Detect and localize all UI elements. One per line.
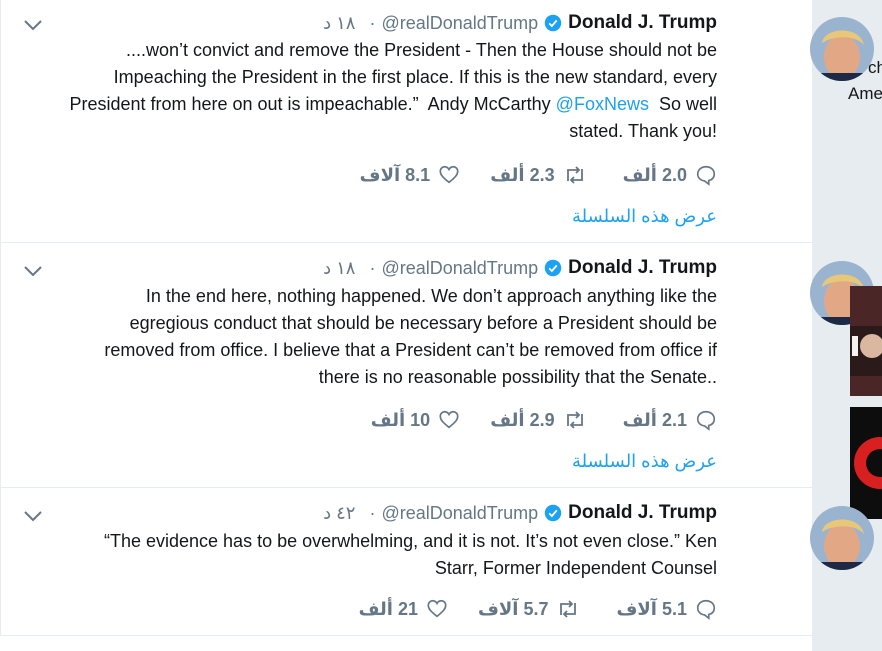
sidebar-text: ch	[868, 58, 882, 77]
tweet[interactable]: ١٨ د · @realDonaldTrump Donald J. Trump …	[0, 243, 813, 488]
tweet-text-line: egregious conduct that should be necessa…	[129, 313, 717, 333]
tweet-text-segment: President from here on out is impeachabl…	[69, 94, 556, 114]
verified-badge-icon	[544, 504, 562, 522]
tweet[interactable]: ٤٢ د · @realDonaldTrump Donald J. Trump …	[0, 488, 813, 636]
like-count: 8.1 آلاف	[359, 164, 431, 185]
retweet-count: 2.3 ألف	[490, 164, 555, 185]
tweet-text: ....won’t convict and remove the Preside…	[69, 37, 717, 145]
like-icon	[439, 165, 459, 184]
avatar[interactable]	[810, 506, 874, 570]
mention-link[interactable]: @FoxNews	[556, 94, 649, 114]
tweet-header: ١٨ د · @realDonaldTrump Donald J. Trump	[323, 257, 717, 279]
chevron-down-icon[interactable]	[23, 509, 43, 523]
reply-button[interactable]: 2.0 ألف	[623, 164, 717, 186]
media-thumbnail[interactable]	[850, 407, 882, 519]
reply-count: 2.1 ألف	[622, 409, 687, 430]
tweet-text-line: there is no reasonable possibility that …	[318, 367, 717, 387]
avatar-image	[810, 506, 874, 570]
tweet-text: “The evidence has to be overwhelming, an…	[104, 528, 717, 582]
tweet-text-line: ....won’t convict and remove the Preside…	[125, 40, 717, 60]
retweet-button[interactable]: 5.7 آلاف	[478, 598, 581, 620]
like-count: 21 ألف	[358, 598, 418, 619]
retweet-count: 2.9 ألف	[490, 409, 555, 430]
tweet-text-line: “The evidence has to be overwhelming, an…	[103, 531, 717, 551]
retweet-icon	[566, 411, 583, 429]
tweet-handle[interactable]: @realDonaldTrump	[381, 503, 538, 524]
chevron-down-icon[interactable]	[23, 18, 43, 32]
like-icon	[427, 599, 447, 618]
avatar-image	[810, 17, 874, 81]
tweet-text-line: stated. Thank you!	[569, 121, 717, 141]
tweet-author-name[interactable]: Donald J. Trump	[568, 502, 717, 524]
tweet-actions: 2.0 ألف 2.3 ألف 8.1 آلاف	[360, 163, 717, 187]
tweet-time[interactable]: ١٨ د	[323, 13, 355, 34]
retweet-button[interactable]: 2.3 ألف	[490, 164, 586, 186]
reply-count: 5.1 آلاف	[616, 598, 687, 619]
tweet-text-line: Impeaching the President in the first pl…	[113, 67, 717, 87]
tweet-text-line: Starr, Former Independent Counsel	[434, 558, 717, 578]
tweet-text: In the end here, nothing happened. We do…	[104, 283, 717, 391]
tweet-author-name[interactable]: Donald J. Trump	[568, 12, 717, 34]
tweet-header: ١٨ د · @realDonaldTrump Donald J. Trump	[323, 12, 717, 34]
tweet-author-name[interactable]: Donald J. Trump	[568, 257, 717, 279]
tweet-text-segment: So well	[648, 94, 717, 114]
verified-badge-icon	[544, 259, 562, 277]
like-count: 10 ألف	[370, 409, 431, 430]
reply-icon	[696, 410, 716, 431]
reply-icon	[696, 165, 716, 186]
retweet-count: 5.7 آلاف	[477, 598, 549, 619]
tweet-time[interactable]: ١٨ د	[323, 258, 355, 279]
chevron-down-icon[interactable]	[23, 264, 43, 278]
show-thread-link[interactable]: عرض هذه السلسلة	[572, 451, 717, 472]
reply-icon	[696, 599, 716, 620]
tweet-header: ٤٢ د · @realDonaldTrump Donald J. Trump	[323, 502, 717, 524]
tweet-text-line: President from here on out is impeachabl…	[69, 91, 717, 118]
avatar[interactable]	[810, 17, 874, 81]
media-image	[850, 407, 882, 519]
separator-dot: ·	[369, 502, 376, 523]
reply-button[interactable]: 2.1 ألف	[623, 409, 717, 431]
retweet-button[interactable]: 2.9 ألف	[490, 409, 586, 431]
retweet-icon	[560, 600, 577, 618]
tweet-handle[interactable]: @realDonaldTrump	[381, 13, 538, 34]
tweet-text-line: removed from office. I believe that a Pr…	[104, 340, 717, 360]
separator-dot: ·	[369, 257, 376, 278]
media-thumbnail[interactable]	[850, 286, 882, 396]
like-button[interactable]: 10 ألف	[371, 409, 460, 431]
sidebar-text: Ame	[848, 84, 882, 103]
tweet-text-line: In the end here, nothing happened. We do…	[145, 286, 717, 306]
tweet-actions: 5.1 آلاف 5.7 آلاف 21 ألف	[359, 597, 717, 621]
tweet[interactable]: ١٨ د · @realDonaldTrump Donald J. Trump …	[0, 0, 813, 243]
show-thread-link[interactable]: عرض هذه السلسلة	[572, 206, 717, 227]
tweet-time[interactable]: ٤٢ د	[323, 503, 355, 524]
separator-dot: ·	[369, 12, 376, 33]
reply-button[interactable]: 5.1 آلاف	[616, 598, 717, 620]
reply-count: 2.0 ألف	[622, 164, 687, 185]
tweet-actions: 2.1 ألف 2.9 ألف 10 ألف	[371, 408, 717, 432]
verified-badge-icon	[544, 14, 562, 32]
timeline: ١٨ د · @realDonaldTrump Donald J. Trump …	[0, 0, 813, 651]
like-button[interactable]: 8.1 آلاف	[360, 164, 461, 186]
media-image	[850, 286, 882, 396]
tweet-handle[interactable]: @realDonaldTrump	[381, 258, 538, 279]
like-icon	[439, 410, 459, 429]
like-button[interactable]: 21 ألف	[359, 598, 448, 620]
retweet-icon	[566, 166, 583, 184]
